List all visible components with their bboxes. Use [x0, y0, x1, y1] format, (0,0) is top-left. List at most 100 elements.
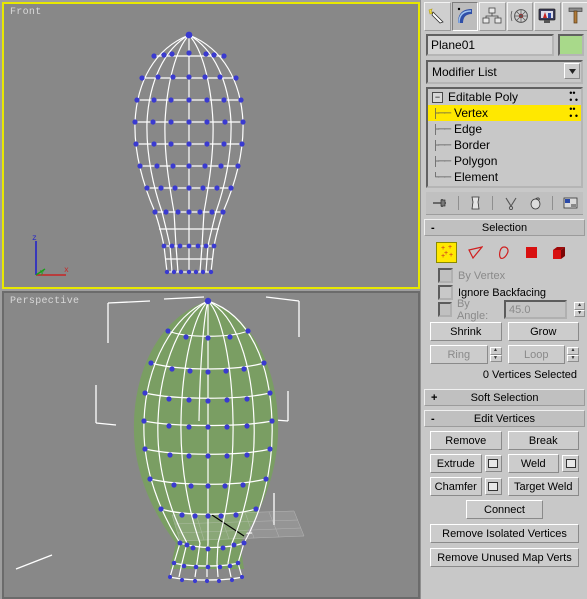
stack-toolbar: [426, 192, 583, 215]
extrude-button[interactable]: Extrude: [430, 454, 482, 473]
soft-selection-rollout-header[interactable]: + Soft Selection: [424, 389, 585, 406]
by-angle-checkbox[interactable]: [438, 302, 452, 317]
chamfer-settings-icon[interactable]: [484, 478, 502, 495]
loop-spinner[interactable]: ▲ ▼: [567, 347, 579, 362]
grow-button[interactable]: Grow: [507, 322, 579, 341]
stack-item-element[interactable]: └── Element: [428, 169, 581, 185]
svg-text:z: z: [32, 234, 37, 243]
make-unique-icon[interactable]: [504, 196, 519, 210]
loop-button[interactable]: Loop: [507, 345, 565, 364]
tab-motion[interactable]: [506, 1, 533, 31]
target-weld-button[interactable]: Target Weld: [507, 477, 579, 496]
ring-spinner[interactable]: ▲ ▼: [489, 347, 502, 362]
selection-status: 0 Vertices Selected: [482, 369, 577, 381]
remove-break-row: Remove Break: [424, 427, 585, 450]
stack-item-label: Element: [454, 170, 499, 184]
viewport-perspective[interactable]: Perspective: [2, 291, 420, 599]
by-vertex-checkbox[interactable]: [438, 268, 453, 283]
by-vertex-row[interactable]: By Vertex: [424, 267, 585, 284]
svg-text:x: x: [64, 266, 69, 275]
tree-line: ├──: [432, 155, 451, 167]
sub-object-edge-button[interactable]: [466, 243, 485, 262]
remove-modifier-icon[interactable]: [529, 196, 542, 210]
modifier-list-dropdown[interactable]: Modifier List: [426, 60, 583, 84]
modifier-list-label: Modifier List: [432, 65, 497, 79]
chamfer-targetweld-row: Chamfer Target Weld: [424, 473, 585, 496]
viewport-label-perspective: Perspective: [10, 296, 80, 307]
stack-item-polygon[interactable]: ├── Polygon: [428, 153, 581, 169]
svg-text:y: y: [40, 269, 44, 277]
selection-rollout-title: Selection: [481, 221, 528, 234]
connect-button[interactable]: Connect: [466, 500, 543, 519]
edit-vertices-rollout-header[interactable]: - Edit Vertices: [424, 410, 585, 427]
weld-settings-icon[interactable]: [562, 455, 579, 472]
shrink-button[interactable]: Shrink: [430, 322, 502, 341]
stack-item-label: Border: [454, 138, 491, 152]
sub-object-vertex-button[interactable]: + + + + +: [436, 242, 457, 263]
rollout-toggle-icon[interactable]: -: [431, 222, 435, 234]
stack-item-border[interactable]: ├── Border: [428, 137, 581, 153]
sub-object-border-button[interactable]: [494, 243, 513, 262]
sub-object-icon-row: + + + + +: [424, 236, 585, 267]
shrink-grow-row: Shrink Grow: [424, 318, 585, 341]
soft-selection-rollout: + Soft Selection: [424, 389, 585, 406]
max-window: Front z x y Perspective Plane01 Modifier…: [0, 0, 587, 599]
stack-item-editable-poly[interactable]: − Editable Poly •• • •: [428, 89, 581, 105]
remove-button[interactable]: Remove: [430, 431, 502, 450]
axis-tripod-front: z x y: [32, 234, 69, 277]
divider: [551, 196, 553, 210]
tab-modify[interactable]: [451, 1, 478, 31]
svg-text:+: +: [449, 252, 453, 259]
by-vertex-label: By Vertex: [458, 269, 506, 282]
command-panel: Plane01 Modifier List − Editable Poly ••…: [420, 0, 587, 599]
stack-item-label: Polygon: [454, 154, 498, 168]
chamfer-button[interactable]: Chamfer: [430, 477, 482, 496]
sub-object-polygon-button[interactable]: [522, 243, 541, 262]
pin-stack-icon[interactable]: [431, 196, 448, 210]
viewport-front[interactable]: Front z x y: [2, 2, 420, 289]
remove-unused-map-verts-button[interactable]: Remove Unused Map Verts: [430, 548, 579, 567]
ignore-backfacing-checkbox[interactable]: [438, 285, 453, 300]
modifier-stack[interactable]: − Editable Poly •• • • ├── Vertex •• • • ├…: [426, 87, 583, 188]
stack-dots-icon: •• • •: [569, 88, 578, 105]
remove-isolated-row: Remove Isolated Vertices: [430, 524, 579, 543]
ignore-backfacing-row[interactable]: Ignore Backfacing: [424, 284, 585, 301]
rollout-toggle-icon[interactable]: -: [431, 413, 435, 425]
edit-vertices-rollout-title: Edit Vertices: [473, 412, 536, 425]
tab-display[interactable]: [534, 1, 561, 31]
show-end-result-icon[interactable]: [469, 196, 482, 210]
by-angle-label: By Angle:: [456, 297, 489, 322]
rollout-toggle-icon[interactable]: +: [431, 392, 437, 404]
by-angle-field[interactable]: 45.0: [504, 300, 568, 319]
tree-line: └──: [432, 171, 451, 183]
selection-rollout-header[interactable]: - Selection: [424, 219, 585, 236]
connect-row: Connect: [424, 496, 585, 519]
stack-item-vertex[interactable]: ├── Vertex •• • •: [428, 105, 581, 121]
configure-modifier-sets-icon[interactable]: [563, 196, 578, 210]
svg-text:+: +: [448, 245, 452, 251]
object-color-swatch[interactable]: [558, 34, 584, 56]
tab-hierarchy[interactable]: [479, 1, 506, 31]
sub-object-element-button[interactable]: [550, 243, 569, 262]
chevron-down-icon[interactable]: [564, 63, 580, 79]
ring-button[interactable]: Ring: [430, 345, 488, 364]
weld-button[interactable]: Weld: [507, 454, 559, 473]
remove-isolated-vertices-button[interactable]: Remove Isolated Vertices: [430, 524, 579, 543]
viewport-label-front: Front: [10, 7, 42, 18]
by-angle-row[interactable]: By Angle: 45.0 ▲ ▼: [424, 298, 585, 322]
object-name-row: Plane01: [426, 34, 584, 56]
soft-selection-rollout-title: Soft Selection: [470, 391, 539, 404]
break-button[interactable]: Break: [507, 431, 579, 450]
collapse-minus-icon[interactable]: −: [432, 91, 443, 103]
divider: [458, 196, 460, 210]
object-name-field[interactable]: Plane01: [426, 34, 554, 56]
extrude-settings-icon[interactable]: [484, 455, 502, 472]
by-angle-spinner[interactable]: ▲ ▼: [574, 302, 585, 317]
tab-utilities[interactable]: [561, 1, 587, 31]
ring-loop-row: Ring ▲ ▼ Loop ▲ ▼: [424, 341, 585, 364]
extrude-weld-row: Extrude Weld: [424, 450, 585, 473]
stack-item-label: Vertex: [454, 106, 489, 120]
tab-create[interactable]: [424, 1, 451, 31]
stack-item-edge[interactable]: ├── Edge: [428, 121, 581, 137]
divider: [492, 196, 494, 210]
